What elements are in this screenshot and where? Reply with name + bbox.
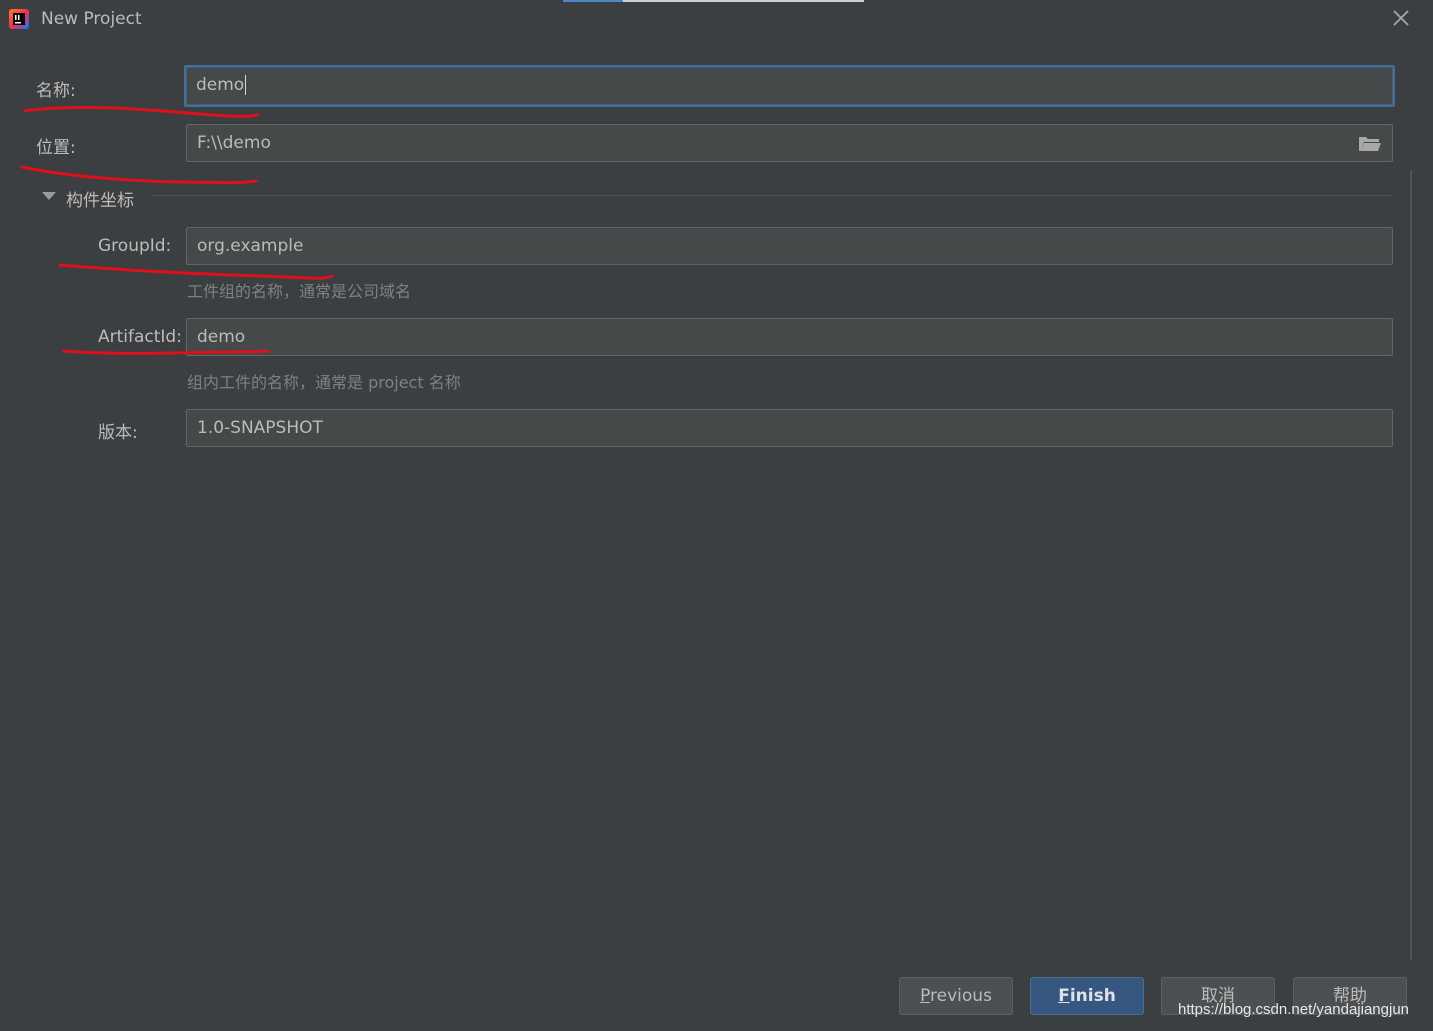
location-label: 位置:: [36, 138, 76, 158]
artifact-id-label: ArtifactId:: [98, 327, 182, 347]
intellij-icon: [9, 9, 29, 29]
group-id-hint: 工件组的名称，通常是公司域名: [187, 282, 412, 301]
finish-mnemonic: F: [1058, 986, 1070, 1006]
name-input[interactable]: demo: [184, 65, 1395, 107]
version-value: 1.0-SNAPSHOT: [197, 418, 323, 438]
window-title: New Project: [41, 9, 142, 29]
finish-button[interactable]: Finish: [1030, 977, 1144, 1015]
name-value: demo: [196, 75, 245, 95]
location-value: F:\\demo: [197, 133, 271, 153]
top-tab-indicator: [623, 0, 864, 2]
section-divider: [151, 195, 1393, 196]
folder-icon[interactable]: [1358, 134, 1382, 154]
artifact-id-input[interactable]: demo: [186, 318, 1393, 356]
previous-button[interactable]: Previous: [899, 977, 1013, 1015]
finish-label: inish: [1069, 986, 1116, 1006]
watermark: https://blog.csdn.net/yandajiangjun: [1178, 1001, 1409, 1018]
previous-label: revious: [930, 986, 992, 1006]
version-label: 版本:: [98, 423, 138, 443]
section-title: 构件坐标: [66, 191, 134, 211]
group-id-label: GroupId:: [98, 236, 172, 256]
group-id-value: org.example: [197, 236, 304, 256]
artifact-coordinates-toggle[interactable]: 构件坐标: [40, 186, 140, 211]
title-bar: New Project: [0, 0, 1433, 40]
version-input[interactable]: 1.0-SNAPSHOT: [186, 409, 1393, 447]
group-id-input[interactable]: org.example: [186, 227, 1393, 265]
top-tab-indicator-active: [563, 0, 623, 2]
previous-mnemonic: P: [920, 986, 931, 1006]
name-label: 名称:: [36, 81, 76, 101]
vertical-scrollbar[interactable]: [1410, 170, 1412, 960]
location-input[interactable]: F:\\demo: [186, 124, 1393, 162]
artifact-id-hint: 组内工件的名称，通常是 project 名称: [187, 373, 461, 392]
artifact-id-value: demo: [197, 327, 246, 347]
text-caret: [245, 75, 247, 95]
close-icon[interactable]: [1389, 6, 1413, 30]
collapse-triangle-icon: [42, 192, 56, 200]
